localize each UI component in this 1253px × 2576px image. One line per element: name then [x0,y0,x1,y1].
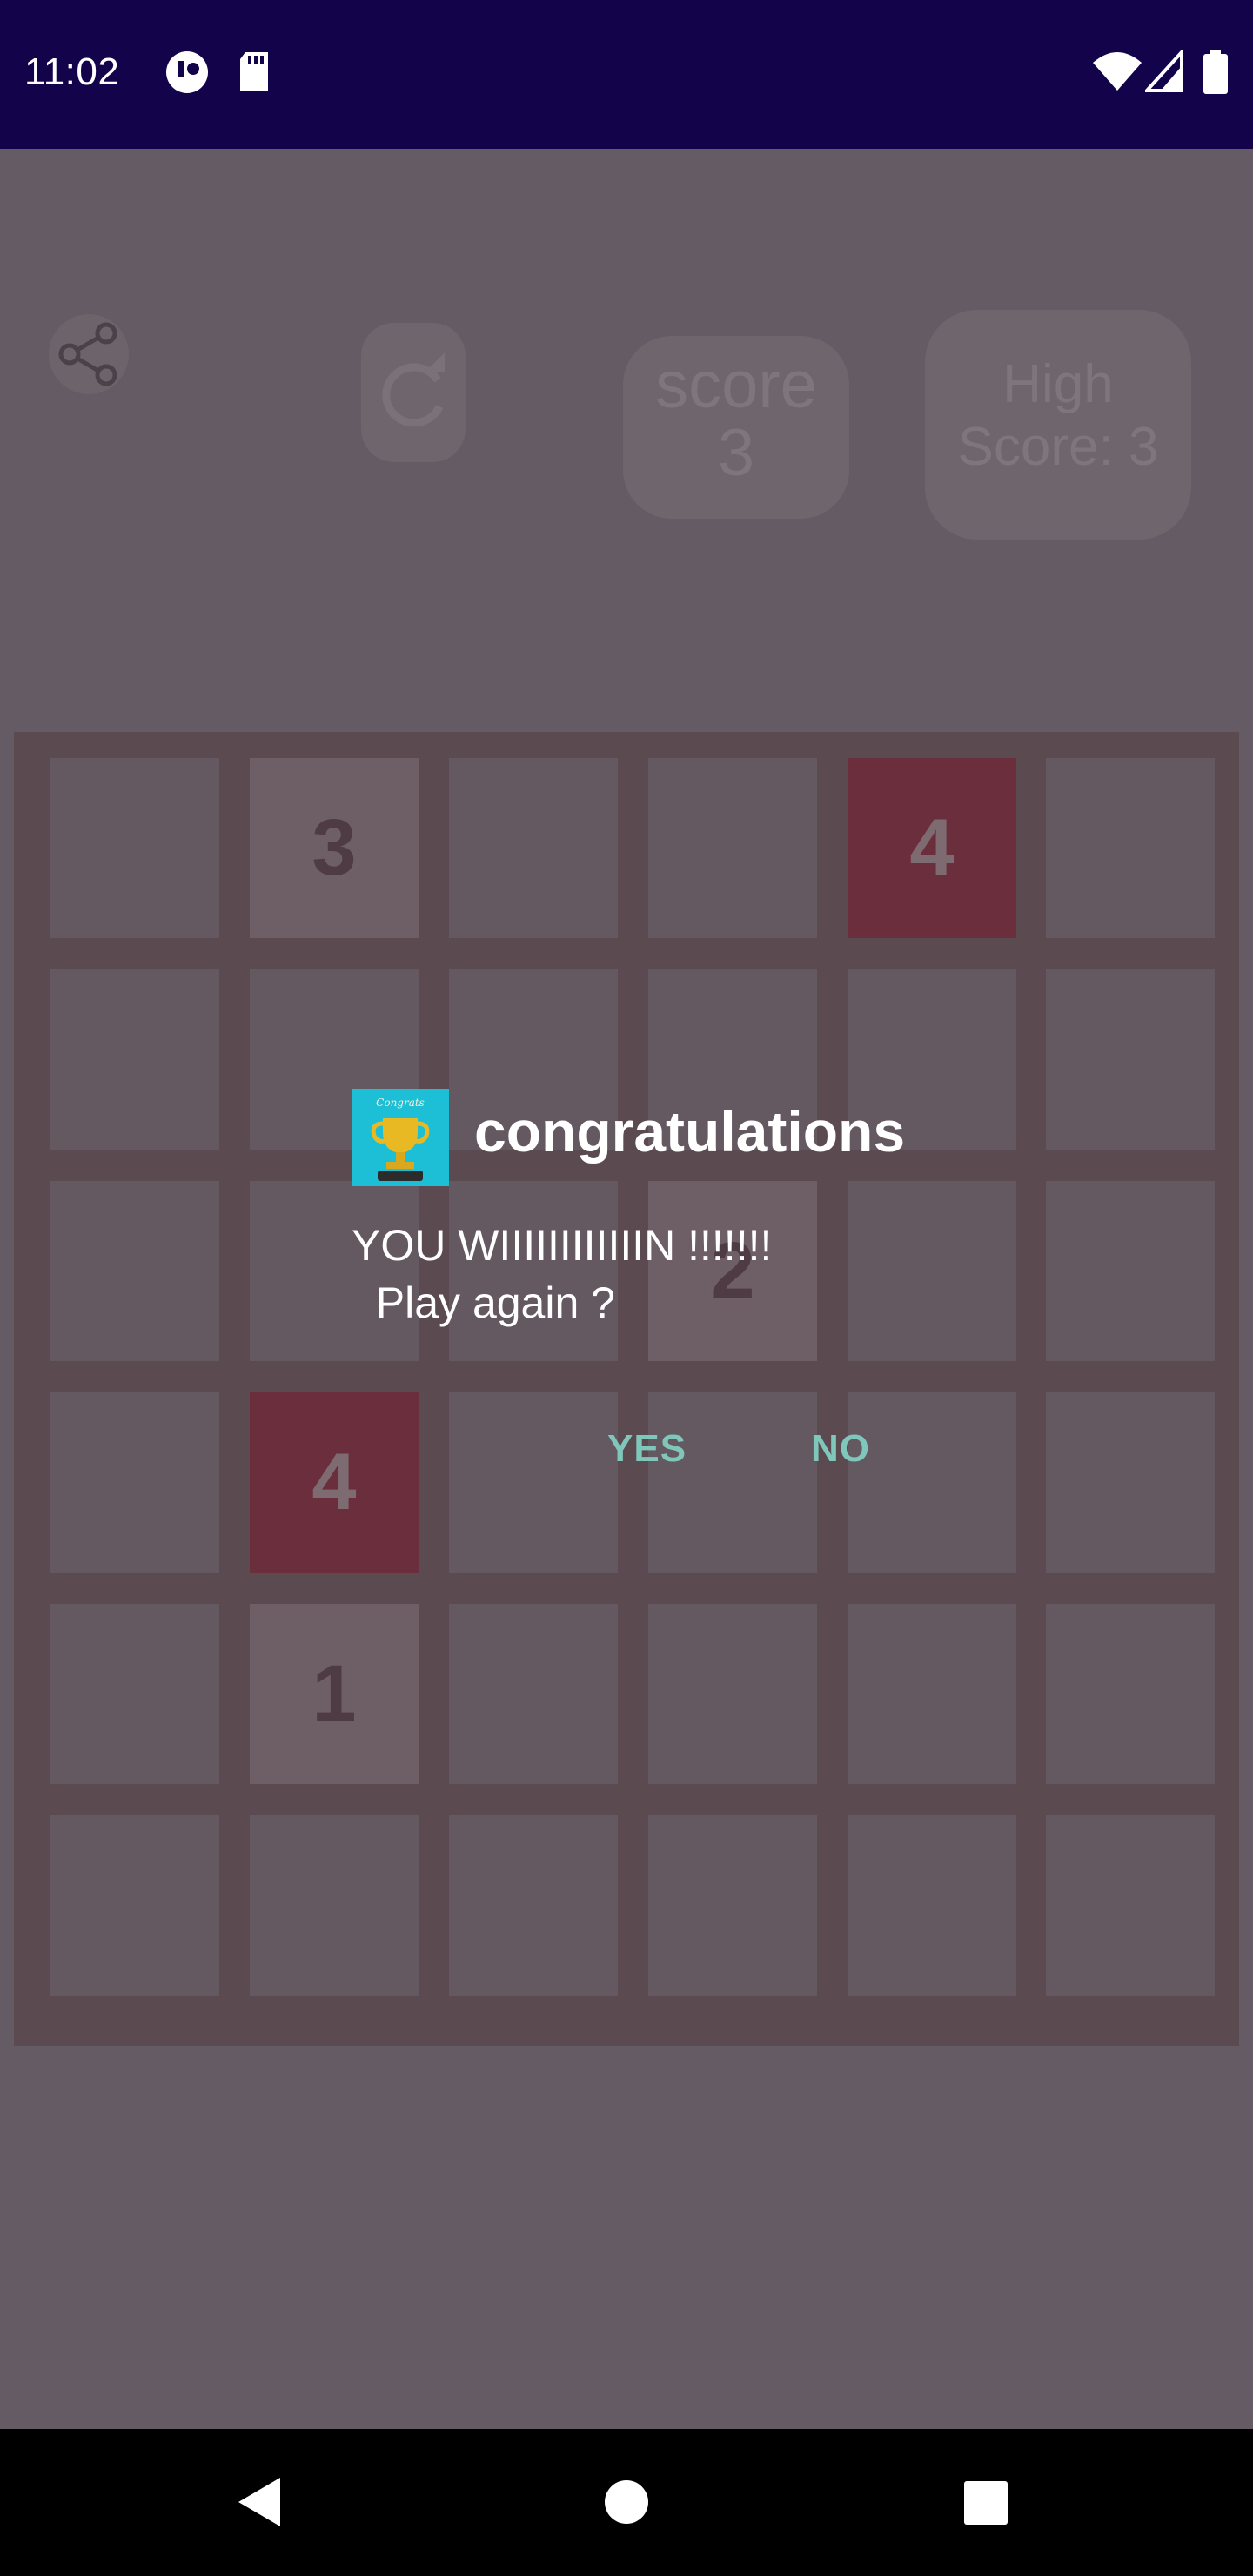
board-tile[interactable] [1046,1815,1215,1996]
board-tile[interactable] [449,758,618,938]
score-label: score [655,348,817,422]
score-box: score 3 [623,336,849,519]
navigation-bar [0,2429,1253,2576]
board-tile[interactable] [449,1392,618,1573]
home-icon[interactable] [604,2479,649,2525]
dialog-title: congratulations [474,1099,906,1164]
board-tile[interactable] [449,1815,618,1996]
board-tile[interactable] [848,1392,1016,1573]
board-tile[interactable] [250,1815,419,1996]
board-tile[interactable] [1046,1392,1215,1573]
no-button[interactable]: NO [811,1427,870,1471]
board-tile[interactable]: 4 [250,1392,419,1573]
board-tile[interactable]: 3 [250,758,419,938]
board-tile[interactable] [449,1604,618,1784]
board-tile[interactable] [1046,1604,1215,1784]
share-button[interactable] [49,314,129,394]
score-value: 3 [717,416,755,490]
recents-icon[interactable] [964,2481,1008,2525]
board-tile[interactable] [50,969,219,1150]
board-tile[interactable] [1046,969,1215,1150]
wifi-icon [1093,52,1142,91]
board-tile[interactable] [648,1604,817,1784]
high-score-value: Score: 3 [957,417,1159,477]
back-icon[interactable] [235,2474,284,2530]
app-notification-icon [166,51,208,93]
trophy-icon: Congrats [352,1089,449,1186]
restart-button[interactable] [361,323,466,462]
board-tile[interactable] [50,1392,219,1573]
dialog-message: YOU WIIIIIIIIIIIIN !!!!!!! Play again ? [352,1217,772,1332]
high-score-box: High Score: 3 [925,310,1191,540]
svg-text:Congrats: Congrats [376,1097,425,1109]
high-score-label: High [1002,354,1114,414]
board-tile[interactable] [1046,758,1215,938]
dialog-message-line1: YOU WIIIIIIIIIIIIN !!!!!!! [352,1221,773,1270]
refresh-icon [382,352,445,427]
board-tile[interactable] [848,1815,1016,1996]
board-tile[interactable] [50,1181,219,1361]
yes-button[interactable]: YES [607,1427,687,1471]
board-tile[interactable] [50,1604,219,1784]
battery-icon [1203,50,1228,94]
board-tile[interactable] [848,1604,1016,1784]
board-tile[interactable] [648,1815,817,1996]
signal-icon [1145,50,1183,92]
sd-card-icon [240,52,268,91]
board-tile[interactable] [50,758,219,938]
board-tile[interactable] [648,1392,817,1573]
dialog-message-line2: Play again ? [352,1278,615,1327]
status-bar: 11:02 [0,0,1253,149]
game-board: 34241 [14,732,1239,2046]
board-tile[interactable] [648,758,817,938]
status-time: 11:02 [24,50,120,93]
share-icon [58,322,117,386]
board-tile[interactable] [50,1815,219,1996]
board-tile[interactable] [848,1181,1016,1361]
board-tile[interactable]: 1 [250,1604,419,1784]
board-tile[interactable] [1046,1181,1215,1361]
board-tile[interactable]: 4 [848,758,1016,938]
